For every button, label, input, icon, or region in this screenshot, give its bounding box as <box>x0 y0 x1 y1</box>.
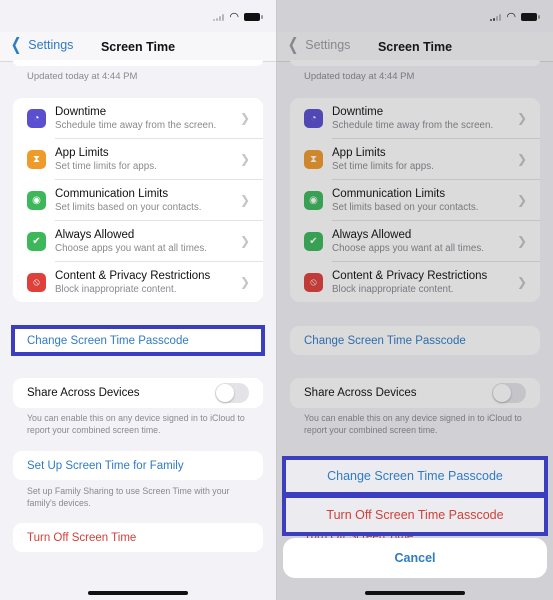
status-bar: ◠ <box>277 0 553 32</box>
menu-item-content-privacy[interactable]: ⦸ Content & Privacy Restrictions Block in… <box>13 262 263 302</box>
share-across-devices-label: Share Across Devices <box>304 387 417 399</box>
usage-card-bottom <box>290 60 540 66</box>
highlight-box-sheet-change-passcode: Change Screen Time Passcode <box>282 456 548 496</box>
checkmark-badge-icon: ✔ <box>27 232 46 251</box>
menu-item-title: Downtime <box>55 105 107 118</box>
sheet-cancel-button[interactable]: Cancel <box>283 538 547 578</box>
chevron-right-icon: ❯ <box>239 275 250 289</box>
screen-time-options-list: ◔ Downtime Schedule time away from the sc… <box>13 98 263 302</box>
share-across-devices-row: Share Across Devices <box>290 378 540 408</box>
action-sheet-screen: ◠ ❮ Settings Screen Time Updated today a… <box>277 0 553 600</box>
menu-item-subtitle: Schedule time away from the screen. <box>332 119 494 131</box>
menu-item-title: Always Allowed <box>55 228 135 241</box>
menu-item-subtitle: Set limits based on your contacts. <box>332 201 479 213</box>
chevron-right-icon: ❯ <box>239 152 250 166</box>
menu-item-subtitle: Set limits based on your contacts. <box>55 201 202 213</box>
navigation-bar: ❮ Settings Screen Time <box>0 32 276 62</box>
wifi-icon: ◠ <box>229 11 239 23</box>
usage-card-bottom <box>13 60 263 66</box>
home-indicator <box>88 591 188 595</box>
share-across-devices-toggle[interactable] <box>492 383 526 403</box>
menu-item-title: Always Allowed <box>332 228 412 241</box>
menu-item-subtitle: Schedule time away from the screen. <box>55 119 217 131</box>
menu-item-subtitle: Choose apps you want at all times. <box>55 242 207 254</box>
menu-item-communication-limits[interactable]: ◉ Communication Limits Set limits based o… <box>290 180 540 221</box>
menu-item-downtime[interactable]: ◔ Downtime Schedule time away from the sc… <box>290 98 540 139</box>
chevron-right-icon: ❯ <box>239 111 250 125</box>
menu-item-downtime[interactable]: ◔ Downtime Schedule time away from the sc… <box>13 98 263 139</box>
chevron-right-icon: ❯ <box>516 275 527 289</box>
wifi-icon: ◠ <box>506 11 516 23</box>
screen-time-settings-screen: ◠ ❮ Settings Screen Time Updated today a… <box>0 0 276 600</box>
menu-item-title: Content & Privacy Restrictions <box>332 270 488 282</box>
chevron-right-icon: ❯ <box>239 193 250 207</box>
updated-timestamp: Updated today at 4:44 PM <box>304 71 415 82</box>
battery-icon <box>244 13 263 21</box>
chevron-right-icon: ❯ <box>239 234 250 248</box>
menu-item-title: App Limits <box>55 146 109 159</box>
menu-item-title: Communication Limits <box>55 187 169 200</box>
page-title: Screen Time <box>377 40 453 54</box>
highlight-box-change-passcode: Change Screen Time Passcode <box>11 325 265 356</box>
family-setup-button[interactable]: Set Up Screen Time for Family <box>13 451 263 480</box>
family-footnote: Set up Family Sharing to use Screen Time… <box>27 486 230 508</box>
menu-item-title: Downtime <box>332 105 384 118</box>
menu-item-always-allowed[interactable]: ✔ Always Allowed Choose apps you want at … <box>290 221 540 262</box>
menu-item-app-limits[interactable]: ⧗ App Limits Set time limits for apps. ❯ <box>13 139 263 180</box>
menu-item-subtitle: Block inappropriate content. <box>55 284 177 295</box>
hourglass-icon: ⧗ <box>304 150 323 169</box>
sheet-change-passcode-button[interactable]: Change Screen Time Passcode <box>286 460 544 492</box>
turn-off-screen-time-button[interactable]: Turn Off Screen Time <box>13 523 263 552</box>
hourglass-icon: ⧗ <box>27 150 46 169</box>
chevron-right-icon: ❯ <box>516 193 527 207</box>
battery-icon <box>521 13 540 21</box>
chevron-right-icon: ❯ <box>516 111 527 125</box>
menu-item-subtitle: Block inappropriate content. <box>332 284 454 295</box>
change-passcode-button[interactable]: Change Screen Time Passcode <box>15 329 261 352</box>
menu-item-title: Communication Limits <box>332 187 446 200</box>
page-title: Screen Time <box>100 40 176 54</box>
menu-item-content-privacy[interactable]: ⦸ Content & Privacy Restrictions Block in… <box>290 262 540 302</box>
status-bar: ◠ <box>0 0 276 32</box>
highlight-box-sheet-turn-off-passcode: Turn Off Screen Time Passcode <box>282 494 548 536</box>
menu-item-communication-limits[interactable]: ◉ Communication Limits Set limits based o… <box>13 180 263 221</box>
share-across-devices-label: Share Across Devices <box>27 387 140 399</box>
menu-item-title: App Limits <box>332 146 386 159</box>
screen-time-options-list: ◔ Downtime Schedule time away from the sc… <box>290 98 540 302</box>
menu-item-app-limits[interactable]: ⧗ App Limits Set time limits for apps. ❯ <box>290 139 540 180</box>
restricted-icon: ⦸ <box>27 273 46 292</box>
menu-item-always-allowed[interactable]: ✔ Always Allowed Choose apps you want at … <box>13 221 263 262</box>
checkmark-badge-icon: ✔ <box>304 232 323 251</box>
sheet-turn-off-passcode-button[interactable]: Turn Off Screen Time Passcode <box>286 498 544 532</box>
menu-item-title: Content & Privacy Restrictions <box>55 270 211 282</box>
chevron-right-icon: ❯ <box>516 234 527 248</box>
menu-item-subtitle: Set time limits for apps. <box>332 160 434 172</box>
share-footnote: You can enable this on any device signed… <box>304 413 522 435</box>
downtime-icon: ◔ <box>27 109 46 128</box>
share-across-devices-toggle[interactable] <box>215 383 249 403</box>
menu-item-subtitle: Set time limits for apps. <box>55 160 157 172</box>
change-passcode-button[interactable]: Change Screen Time Passcode <box>290 326 540 355</box>
share-footnote: You can enable this on any device signed… <box>27 413 245 435</box>
cellular-signal-icon <box>490 13 502 21</box>
navigation-bar: ❮ Settings Screen Time <box>277 32 553 62</box>
person-circle-icon: ◉ <box>27 191 46 210</box>
restricted-icon: ⦸ <box>304 273 323 292</box>
share-across-devices-row: Share Across Devices <box>13 378 263 408</box>
menu-item-subtitle: Choose apps you want at all times. <box>332 242 484 254</box>
downtime-icon: ◔ <box>304 109 323 128</box>
person-circle-icon: ◉ <box>304 191 323 210</box>
updated-timestamp: Updated today at 4:44 PM <box>27 71 138 82</box>
chevron-right-icon: ❯ <box>516 152 527 166</box>
cellular-signal-icon <box>213 13 225 21</box>
home-indicator <box>365 591 465 595</box>
